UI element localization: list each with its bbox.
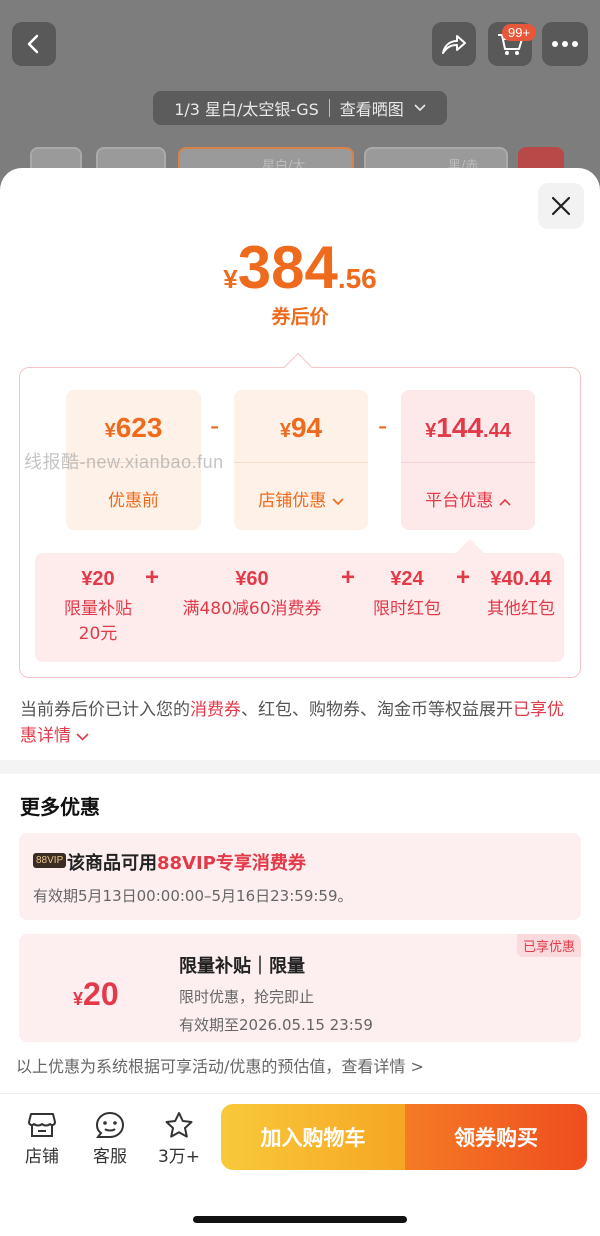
more-dots-icon: [552, 41, 578, 47]
currency: ¥: [425, 420, 437, 442]
amount: 94: [290, 412, 323, 443]
favorite-tab[interactable]: 3万+: [149, 1108, 209, 1167]
currency: ¥: [279, 420, 291, 442]
price-label: 券后价: [271, 306, 329, 328]
close-button[interactable]: [538, 183, 584, 229]
plus-sign: +: [456, 564, 471, 591]
consumer-coupon-link[interactable]: 消费券: [190, 700, 241, 720]
divider: [401, 462, 535, 463]
amount: 144: [436, 412, 484, 443]
enjoyed-badge: 已享优惠: [516, 934, 581, 957]
card-label: 优惠前: [108, 491, 159, 511]
service-tab[interactable]: 客服: [80, 1108, 140, 1167]
watermark: 线报酷-new.xianbao.fun: [24, 452, 224, 472]
vip-title-text: 该商品可用: [67, 853, 157, 874]
customer-service-icon: [95, 1111, 125, 1138]
price-decimal: .56: [337, 263, 377, 294]
final-price: ¥384.56: [0, 233, 600, 302]
amount: 623: [115, 412, 163, 443]
vip-coupon-validity: 有效期5月13日00:00:00–5月16日23:59:59。: [33, 887, 353, 905]
store-tab[interactable]: 店铺: [12, 1108, 72, 1167]
note-text: 当前券后价已计入您的: [20, 700, 190, 720]
card-platform-discount[interactable]: ¥144.44 平台优惠: [401, 390, 535, 530]
minus-sign: -: [378, 410, 388, 441]
sku-text: 1/3 星白/太空银-GS: [174, 100, 319, 119]
price-integer: 384: [237, 234, 338, 301]
section-divider: [0, 760, 600, 774]
divider: [234, 462, 368, 463]
subsidy-desc: 限时优惠，抢完即止: [179, 988, 315, 1006]
view-image-link[interactable]: 查看晒图: [340, 96, 404, 120]
store-discount-label: 店铺优惠: [258, 491, 327, 511]
more-button[interactable]: [542, 22, 588, 66]
star-icon: [165, 1112, 193, 1138]
back-button[interactable]: [12, 22, 56, 66]
sub-item-other-red-packet: ¥40.44 其他红包: [478, 568, 564, 622]
sku-indicator[interactable]: 1/3 星白/太空银-GS 查看晒图: [153, 91, 447, 125]
share-icon: [442, 35, 466, 54]
card-label: 店铺优惠: [234, 486, 368, 511]
service-label: 客服: [93, 1147, 127, 1167]
vip-coupon-title: 该商品可用88VIP专享消费券: [67, 849, 306, 875]
home-indicator: [193, 1216, 407, 1223]
divider: [328, 99, 330, 117]
currency: ¥: [104, 420, 116, 442]
currency: ¥: [73, 989, 84, 1009]
add-to-cart-button[interactable]: 加入购物车: [221, 1104, 405, 1170]
sub-item-name: 其他红包: [487, 599, 555, 619]
sub-item-coupon: ¥60 满480减60消费券: [170, 568, 334, 622]
price-note: 当前券后价已计入您的消费券、红包、购物券、淘金币等权益展开已享优惠详情: [20, 697, 580, 749]
claim-coupon-buy-button[interactable]: 领券购买: [405, 1104, 587, 1170]
subsidy-amount: ¥20: [73, 976, 119, 1013]
subsidy-validity: 有效期至2026.05.15 23:59: [179, 1016, 373, 1034]
store-label: 店铺: [25, 1147, 59, 1167]
plus-sign: +: [341, 564, 356, 591]
sub-item-name: 限时红包: [373, 599, 441, 619]
more-discounts-title: 更多优惠: [20, 795, 100, 819]
sub-item-value: ¥60: [235, 568, 269, 590]
amount: 20: [83, 976, 119, 1012]
amount-decimal: .44: [483, 420, 511, 442]
sub-item-name-line2: 20元: [78, 624, 118, 644]
limited-subsidy-card[interactable]: 已享优惠 ¥20 限量补贴｜限量 限时优惠，抢完即止 有效期至2026.05.1…: [19, 934, 581, 1042]
sub-item-name: 满480减60消费券: [182, 599, 322, 619]
card-store-discount[interactable]: ¥94 店铺优惠: [234, 390, 368, 530]
sub-item-value: ¥20: [81, 568, 115, 590]
sub-item-value: ¥40.44: [490, 568, 552, 590]
vip-badge-icon: 88VIP: [33, 853, 67, 868]
sub-item-name: 限量补贴: [64, 599, 132, 619]
favorite-count: 3万+: [157, 1147, 201, 1167]
chevron-left-icon: [27, 34, 39, 54]
vip-coupon-card[interactable]: 88VIP 该商品可用88VIP专享消费券 有效期5月13日00:00:00–5…: [19, 833, 581, 920]
vip-title-highlight: 88VIP专享消费券: [157, 853, 306, 874]
chevron-down-icon: [332, 498, 344, 506]
note-text: 、红包、购物券、淘金币等权益展开: [241, 700, 513, 720]
sub-item-value: ¥24: [390, 568, 424, 590]
price-currency: ¥: [223, 264, 238, 294]
close-icon: [551, 196, 571, 216]
store-icon: [28, 1113, 56, 1137]
sub-item-time-red-packet: ¥24 限时红包: [364, 568, 450, 622]
card-label: 平台优惠: [401, 486, 535, 511]
subsidy-title: 限量补贴｜限量: [179, 956, 305, 977]
estimate-footnote-link[interactable]: 以上优惠为系统根据可享活动/优惠的预估值，查看详情 >: [16, 1053, 424, 1077]
minus-sign: -: [210, 410, 220, 441]
chevron-down-icon[interactable]: [76, 733, 89, 741]
platform-discount-label: 平台优惠: [425, 491, 494, 511]
chevron-up-icon: [499, 498, 511, 506]
sub-item-limited-subsidy: ¥20 限量补贴 20元: [52, 568, 144, 647]
cart-count-badge: 99+: [502, 24, 537, 41]
plus-sign: +: [145, 564, 160, 591]
chevron-down-icon: [414, 104, 426, 112]
share-button[interactable]: [432, 22, 476, 66]
